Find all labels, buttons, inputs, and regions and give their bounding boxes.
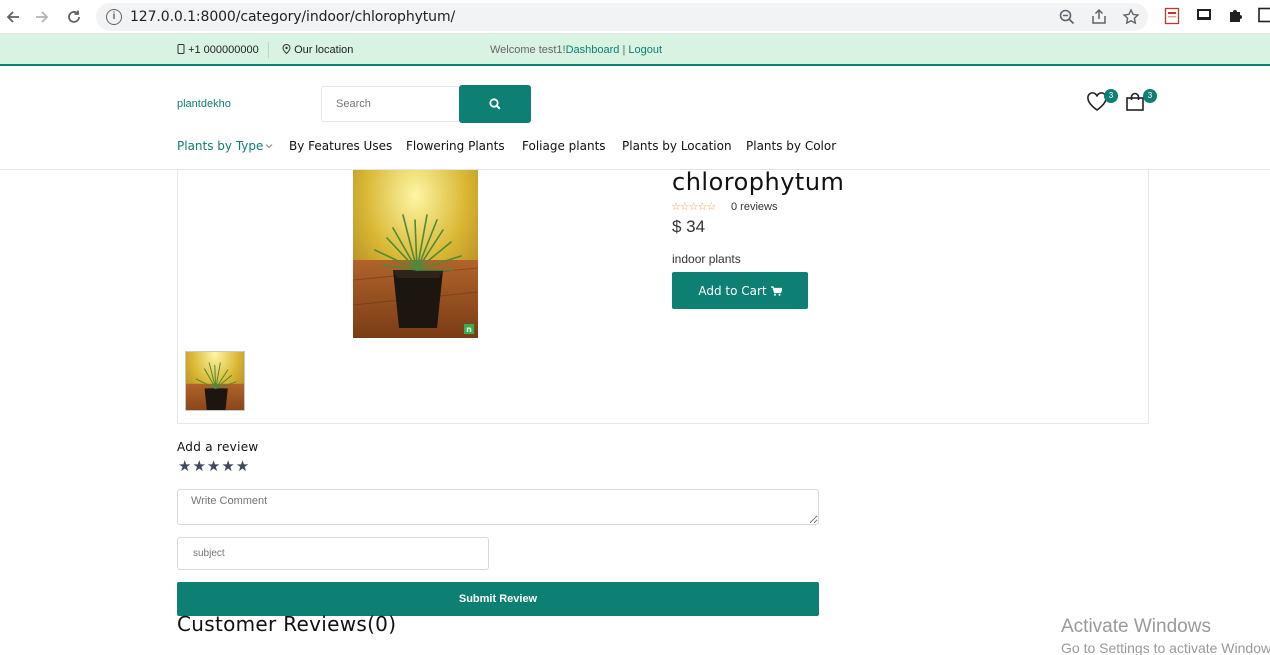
address-bar[interactable]: i 127.0.0.1:8000/category/indoor/chlorop…: [96, 3, 1148, 31]
back-arrow-icon[interactable]: [2, 6, 24, 28]
add-review-heading: Add a review: [177, 440, 259, 454]
product-thumbnail[interactable]: [185, 351, 245, 411]
activate-windows-title: Activate Windows: [1061, 616, 1211, 637]
product-main-image[interactable]: n: [353, 170, 478, 338]
phone-number: +1 000000000: [177, 44, 259, 56]
browser-toolbar: i 127.0.0.1:8000/category/indoor/chlorop…: [0, 0, 1270, 34]
reload-icon[interactable]: [63, 6, 85, 28]
add-to-cart-button[interactable]: Add to Cart: [672, 272, 808, 309]
bookmark-star-icon[interactable]: [1122, 8, 1140, 26]
subject-input[interactable]: [177, 537, 489, 570]
menu-plants-by-type[interactable]: Plants by Type: [177, 139, 273, 153]
customer-reviews-heading: Customer Reviews(0): [177, 612, 397, 636]
comment-textarea[interactable]: [177, 489, 819, 525]
phone-icon: [177, 44, 185, 54]
welcome-message: Welcome test1!Dashboard | Logout: [490, 44, 662, 56]
cart-icon: [770, 285, 782, 296]
review-count: 0 reviews: [731, 201, 778, 213]
dashboard-link[interactable]: Dashboard: [566, 44, 620, 56]
cast-icon[interactable]: [1196, 7, 1214, 25]
welcome-text: Welcome test1!: [490, 44, 566, 56]
extension-icon[interactable]: [1164, 7, 1182, 25]
url-text: 127.0.0.1:8000/category/indoor/chlorophy…: [130, 9, 456, 25]
our-location[interactable]: Our location: [282, 44, 353, 56]
share-icon[interactable]: [1090, 8, 1108, 26]
product-category: indoor plants: [672, 252, 741, 266]
cart-count-badge: 3: [1143, 89, 1157, 103]
menu-by-features-uses[interactable]: By Features Uses: [289, 139, 392, 153]
product-rating-stars: ☆☆☆☆☆: [671, 201, 716, 213]
location-text: Our location: [294, 44, 354, 56]
rating-stars-input[interactable]: ★★★★★: [178, 457, 250, 475]
divider: [268, 42, 269, 58]
product-title: chlorophytum: [672, 168, 845, 196]
puzzle-extensions-icon[interactable]: [1228, 7, 1246, 25]
zoom-icon[interactable]: [1058, 8, 1076, 26]
site-info-icon[interactable]: i: [106, 9, 122, 25]
svg-text:n: n: [466, 325, 472, 334]
logout-link[interactable]: Logout: [628, 44, 662, 56]
search-input[interactable]: [321, 86, 459, 122]
window-icon[interactable]: [1258, 7, 1270, 25]
menu-foliage-plants[interactable]: Foliage plants: [522, 139, 606, 153]
activate-windows-subtitle: Go to Settings to activate Windows.: [1061, 640, 1270, 655]
chevron-down-icon: [266, 144, 273, 149]
submit-review-button[interactable]: Submit Review: [177, 582, 819, 616]
add-to-cart-label: Add to Cart: [698, 283, 767, 298]
site-logo[interactable]: plantdekho: [177, 98, 231, 110]
wishlist-count-badge: 3: [1104, 89, 1118, 103]
search-icon: [489, 98, 501, 110]
product-price: $ 34: [672, 217, 706, 236]
menu-plants-by-location[interactable]: Plants by Location: [622, 139, 732, 153]
forward-arrow-icon[interactable]: [31, 6, 53, 28]
phone-text: +1 000000000: [188, 44, 259, 56]
search-button[interactable]: [459, 85, 531, 123]
top-info-bar: +1 000000000 Our location Welcome test1!…: [0, 34, 1270, 66]
menu-flowering-plants[interactable]: Flowering Plants: [406, 139, 505, 153]
menu-plants-by-color[interactable]: Plants by Color: [746, 139, 836, 153]
location-pin-icon: [282, 44, 291, 55]
menu-plants-by-type-label: Plants by Type: [177, 139, 264, 153]
product-card: [177, 170, 1149, 424]
